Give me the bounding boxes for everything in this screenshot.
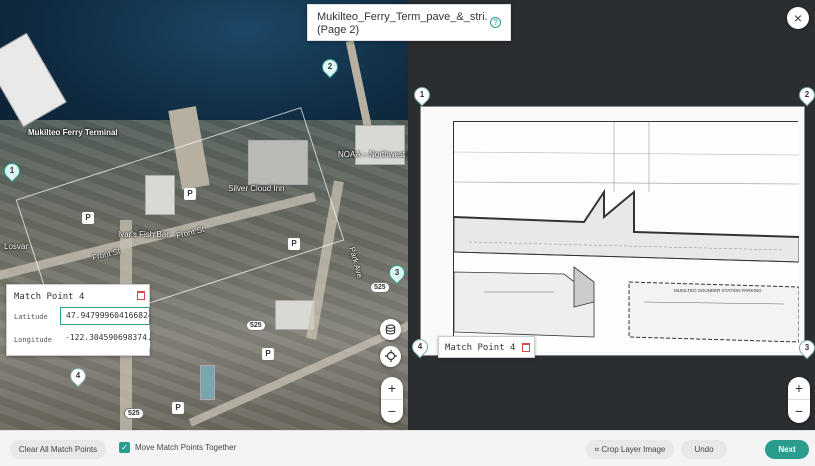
drawing-zoom-out-button[interactable]: − bbox=[788, 400, 810, 423]
parking-icon: P bbox=[184, 188, 196, 200]
noaa-label: NOAA – Northwest Fisheries Science Ce bbox=[338, 150, 408, 159]
parking-icon: P bbox=[82, 212, 94, 224]
longitude-field[interactable]: -122.304590698374... bbox=[60, 330, 150, 348]
marker-number: 4 bbox=[75, 371, 81, 380]
marker-number: 1 bbox=[9, 166, 15, 175]
drawing-match-marker-2[interactable]: 2 bbox=[795, 83, 815, 107]
layer-title-card: Mukilteo_Ferry_Term_pave_&_stri... (Page… bbox=[307, 4, 511, 41]
aerial-map[interactable]: Mukilteo Ferry Terminal NOAA – Northwest… bbox=[0, 0, 408, 430]
marker-number: 2 bbox=[804, 90, 810, 99]
crosshair-icon bbox=[384, 350, 397, 362]
match-point-title: Match Point 4 bbox=[14, 292, 85, 302]
match-points-editor: Mukilteo Ferry Terminal NOAA – Northwest… bbox=[0, 0, 815, 466]
close-icon: × bbox=[793, 10, 803, 26]
latitude-label: Latitude bbox=[14, 313, 48, 321]
match-point-title: Match Point 4 bbox=[445, 343, 516, 353]
help-icon[interactable]: ? bbox=[490, 17, 501, 28]
silver-cloud-label: Silver Cloud Inn bbox=[228, 184, 285, 193]
route-shield: 525 bbox=[246, 320, 266, 331]
parking-label: MUKILTEO SOUNDER STATION PARKING bbox=[674, 288, 762, 293]
map-building bbox=[200, 365, 215, 400]
footer-toolbar: Clear All Match Points ✓ Move Match Poin… bbox=[0, 430, 815, 466]
move-together-label: Move Match Points Together bbox=[135, 443, 237, 452]
parking-icon: P bbox=[172, 402, 184, 414]
locate-button[interactable] bbox=[380, 346, 401, 367]
latitude-field[interactable]: 47.947999604166824 bbox=[60, 307, 150, 325]
route-shield: 525 bbox=[124, 408, 144, 419]
move-together-checkbox[interactable]: ✓ bbox=[119, 442, 130, 453]
trash-icon[interactable] bbox=[522, 343, 530, 352]
route-shield: 525 bbox=[370, 282, 390, 293]
ivar-label: Ivar's Fish Bar bbox=[118, 230, 169, 239]
clear-all-match-points-button[interactable]: Clear All Match Points bbox=[10, 440, 106, 459]
drawing-match-marker-1[interactable]: 1 bbox=[410, 83, 434, 107]
drawing-viewer[interactable]: MUKILTEO SOUNDER STATION PARKING 1 2 3 4… bbox=[408, 0, 815, 430]
crop-layer-image-button[interactable]: ⌗ Crop Layer Image bbox=[586, 440, 674, 459]
zoom-in-button[interactable]: + bbox=[381, 377, 403, 400]
losvar-label: Losvar bbox=[4, 242, 29, 251]
plan-sheet: MUKILTEO SOUNDER STATION PARKING bbox=[420, 106, 805, 356]
parking-icon: P bbox=[262, 348, 274, 360]
zoom-out-button[interactable]: − bbox=[381, 400, 403, 423]
plan-drawing: MUKILTEO SOUNDER STATION PARKING bbox=[453, 121, 800, 352]
undo-button[interactable]: Undo bbox=[681, 440, 727, 459]
marker-number: 1 bbox=[419, 90, 425, 99]
marker-number: 3 bbox=[804, 343, 810, 352]
layers-icon bbox=[385, 324, 396, 335]
map-zoom-controls: + − bbox=[381, 377, 403, 423]
trash-icon[interactable] bbox=[137, 291, 145, 300]
drawing-zoom-in-button[interactable]: + bbox=[788, 377, 810, 400]
marker-number: 3 bbox=[394, 268, 400, 277]
match-point-card-map: Match Point 4 Latitude 47.94799960416682… bbox=[6, 284, 150, 356]
marker-number: 2 bbox=[327, 62, 333, 71]
close-button[interactable]: × bbox=[787, 7, 809, 29]
ferry-terminal-label: Mukilteo Ferry Terminal bbox=[28, 128, 118, 137]
drawing-zoom-controls: + − bbox=[788, 377, 810, 423]
layers-button[interactable] bbox=[380, 319, 401, 340]
longitude-label: Longitude bbox=[14, 336, 52, 344]
parking-icon: P bbox=[288, 238, 300, 250]
match-point-card-drawing: Match Point 4 bbox=[438, 336, 535, 358]
next-button[interactable]: Next bbox=[765, 440, 809, 459]
layer-title: Mukilteo_Ferry_Term_pave_&_stri... (Page… bbox=[317, 11, 487, 36]
crop-label: Crop Layer Image bbox=[601, 445, 666, 454]
marker-number: 4 bbox=[417, 342, 423, 351]
map-building bbox=[355, 125, 405, 165]
plan-linework bbox=[453, 122, 800, 352]
